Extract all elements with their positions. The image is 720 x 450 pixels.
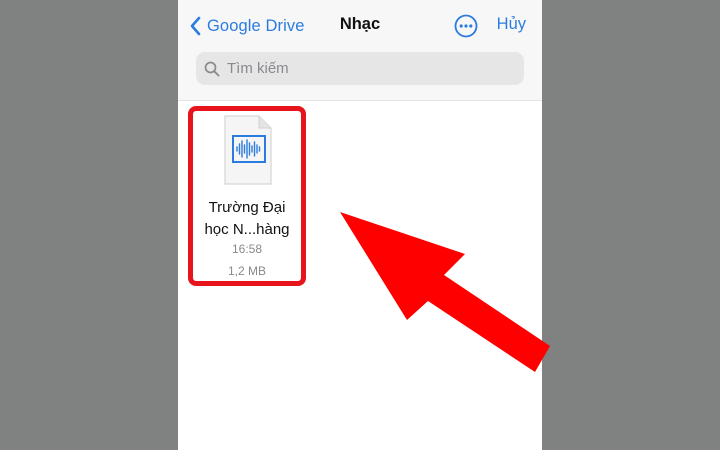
file-item[interactable]: Trường Đại học N...hàng 16:58 1,2 MB [188,106,306,286]
search-bar[interactable] [196,52,524,85]
back-button-label: Google Drive [207,16,305,35]
more-options-icon[interactable] [454,14,478,38]
search-icon [204,61,220,76]
file-modified-time: 16:58 [231,242,263,256]
navigation-bar: Google Drive Nhạc Hủy [178,0,542,101]
cancel-button[interactable]: Hủy [497,15,526,34]
audio-file-icon [224,115,272,185]
files-picker-screen: Google Drive Nhạc Hủy Tìm kiếm Trường Đạ… [178,0,542,450]
file-size: 1,2 MB [227,264,266,278]
search-input[interactable] [225,59,519,78]
back-button[interactable]: Google Drive [188,13,305,39]
screenshot-stage: Google Drive Nhạc Hủy Tìm kiếm Trường Đạ… [0,0,720,450]
file-name-line1: Trường Đại [208,199,286,216]
chevron-left-icon [190,16,201,36]
file-name: Trường Đại học N...hàng [193,197,301,241]
file-name-line2: học N...hàng [204,221,290,238]
